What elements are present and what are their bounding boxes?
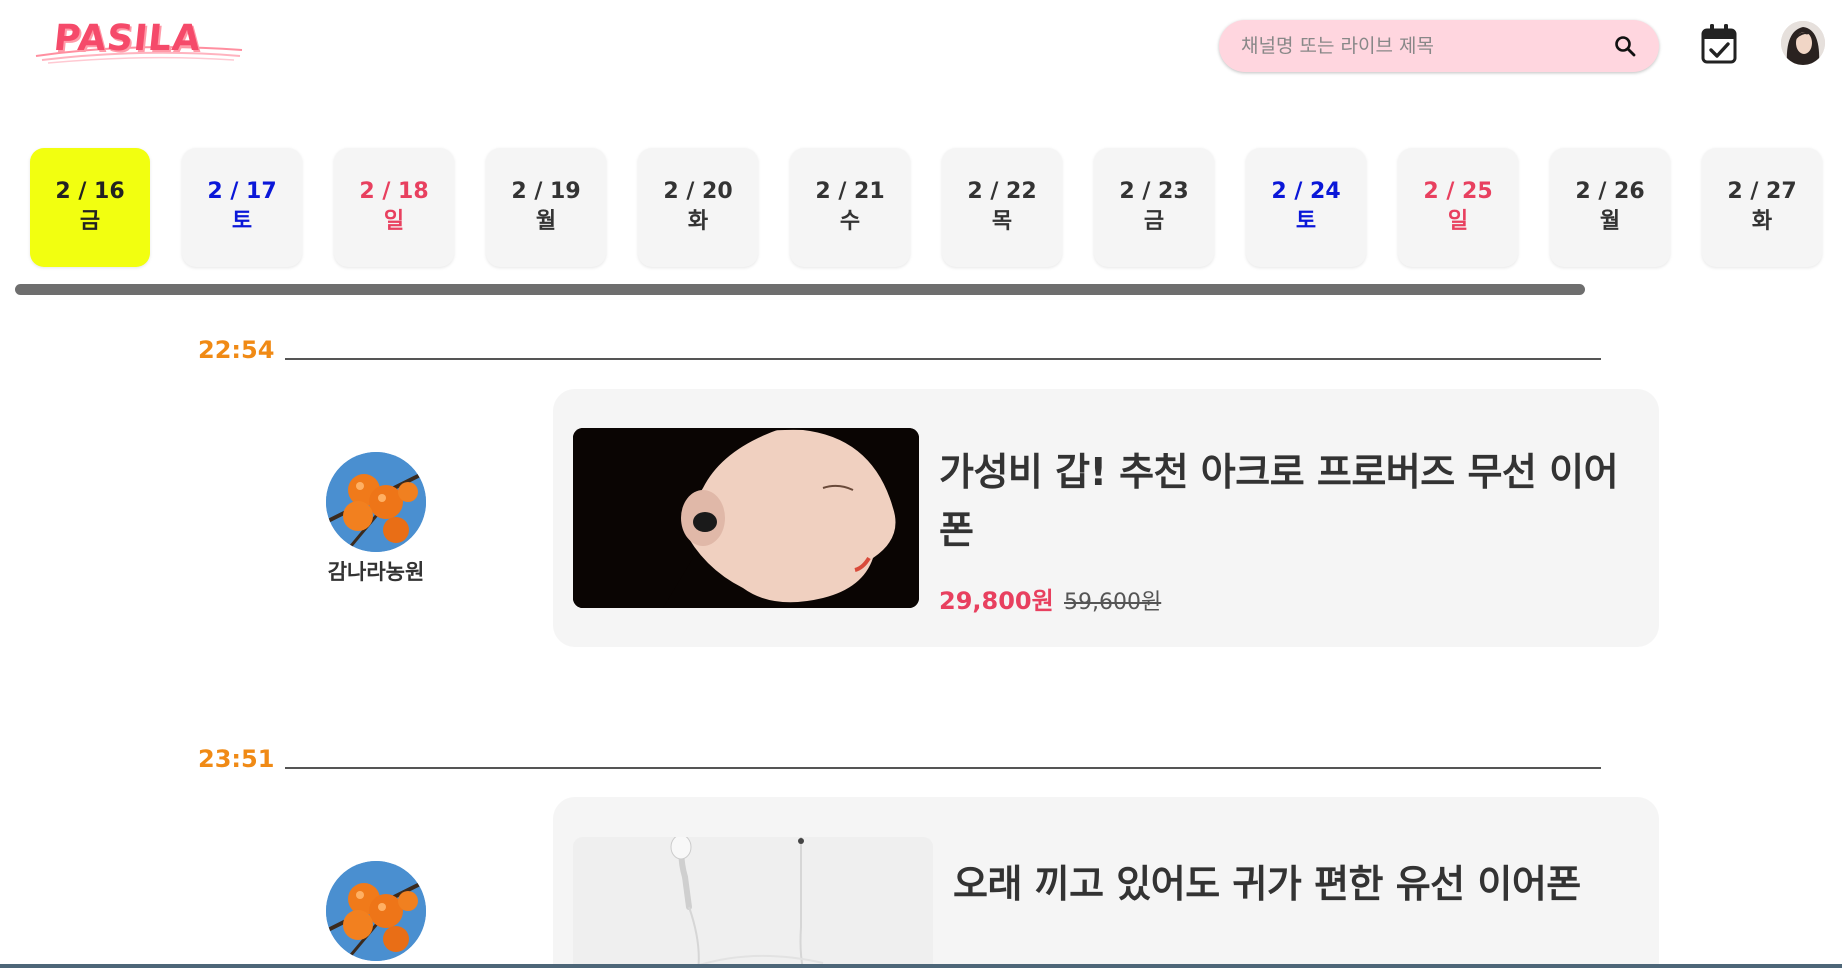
avatar-image [1781, 21, 1825, 65]
search-input[interactable] [1241, 20, 1601, 72]
broadcast-card[interactable]: 가성비 갑! 추천 아크로 프로버즈 무선 이어 폰 29,800원 59,60… [553, 389, 1659, 647]
date-strip-scrollbar[interactable] [15, 284, 1585, 295]
day-text: 금 [1143, 209, 1165, 234]
channel-info[interactable] [296, 861, 456, 961]
channel-name: 감나라농원 [327, 560, 425, 584]
persimmon-image [326, 452, 426, 552]
time-divider [285, 767, 1601, 769]
time-label: 22:54 [198, 336, 275, 364]
broadcast-title: 가성비 갑! 추천 아크로 프로버즈 무선 이어 폰 [939, 443, 1619, 559]
date-tile[interactable]: 2 / 21 수 [790, 148, 910, 267]
title-line: 폰 [939, 508, 974, 552]
date-tile[interactable]: 2 / 27 화 [1702, 148, 1822, 267]
date-text: 2 / 24 [1271, 179, 1341, 204]
date-text: 2 / 18 [359, 179, 429, 204]
date-text: 2 / 22 [967, 179, 1037, 204]
date-text: 2 / 17 [207, 179, 277, 204]
date-tile[interactable]: 2 / 22 목 [942, 148, 1062, 267]
earbuds-model-image [573, 428, 919, 608]
product-thumbnail [573, 837, 933, 968]
pasila-logo[interactable]: PASILA [34, 16, 244, 64]
day-text: 일 [383, 209, 405, 234]
date-text: 2 / 26 [1575, 179, 1645, 204]
search-icon[interactable] [1613, 34, 1637, 58]
date-text: 2 / 23 [1119, 179, 1189, 204]
date-tile[interactable]: 2 / 25 일 [1398, 148, 1518, 267]
date-text: 2 / 16 [55, 179, 125, 204]
date-tile[interactable]: 2 / 20 화 [638, 148, 758, 267]
date-text: 2 / 25 [1423, 179, 1493, 204]
channel-avatar [326, 861, 426, 961]
wired-earphones-image [573, 837, 933, 968]
date-text: 2 / 21 [815, 179, 885, 204]
sale-price: 29,800원 [939, 587, 1054, 615]
product-thumbnail [573, 428, 919, 608]
day-text: 금 [79, 209, 101, 234]
broadcast-title: 오래 끼고 있어도 귀가 편한 유선 이어폰 [953, 862, 1581, 906]
day-text: 화 [687, 209, 709, 234]
day-text: 일 [1447, 209, 1469, 234]
search-bar [1219, 20, 1659, 72]
date-text: 2 / 19 [511, 179, 581, 204]
page: PASILA 2 / 16 금 2 / 17 토 2 / 18 일 2 / 19 월 2… [0, 0, 1842, 968]
date-tile[interactable]: 2 / 24 토 [1246, 148, 1366, 267]
broadcast-card[interactable]: 오래 끼고 있어도 귀가 편한 유선 이어폰 [553, 797, 1659, 968]
day-text: 목 [991, 209, 1013, 234]
channel-info[interactable]: 감나라농원 [296, 452, 456, 586]
original-price: 59,600원 [1064, 590, 1162, 615]
day-text: 수 [839, 209, 861, 234]
profile-avatar[interactable] [1781, 21, 1825, 65]
date-tile[interactable]: 2 / 23 금 [1094, 148, 1214, 267]
day-text: 화 [1751, 209, 1773, 234]
date-tile[interactable]: 2 / 17 토 [182, 148, 302, 267]
day-text: 토 [231, 209, 253, 234]
persimmon-image [326, 861, 426, 961]
date-tile[interactable]: 2 / 26 월 [1550, 148, 1670, 267]
title-line: 가성비 갑! 추천 아크로 프로버즈 무선 이어 [939, 450, 1619, 494]
day-text: 월 [1599, 209, 1621, 234]
logo-text: PASILA [51, 18, 204, 59]
day-text: 토 [1295, 209, 1317, 234]
date-tile[interactable]: 2 / 16 금 [30, 148, 150, 267]
bottom-edge-bar [0, 964, 1842, 968]
date-text: 2 / 27 [1727, 179, 1797, 204]
calendar-check-icon[interactable] [1700, 23, 1738, 65]
date-tile[interactable]: 2 / 18 일 [334, 148, 454, 267]
date-text: 2 / 20 [663, 179, 733, 204]
channel-avatar [326, 452, 426, 552]
time-label: 23:51 [198, 745, 275, 773]
date-tile[interactable]: 2 / 19 월 [486, 148, 606, 267]
day-text: 월 [535, 209, 557, 234]
time-divider [285, 358, 1601, 360]
